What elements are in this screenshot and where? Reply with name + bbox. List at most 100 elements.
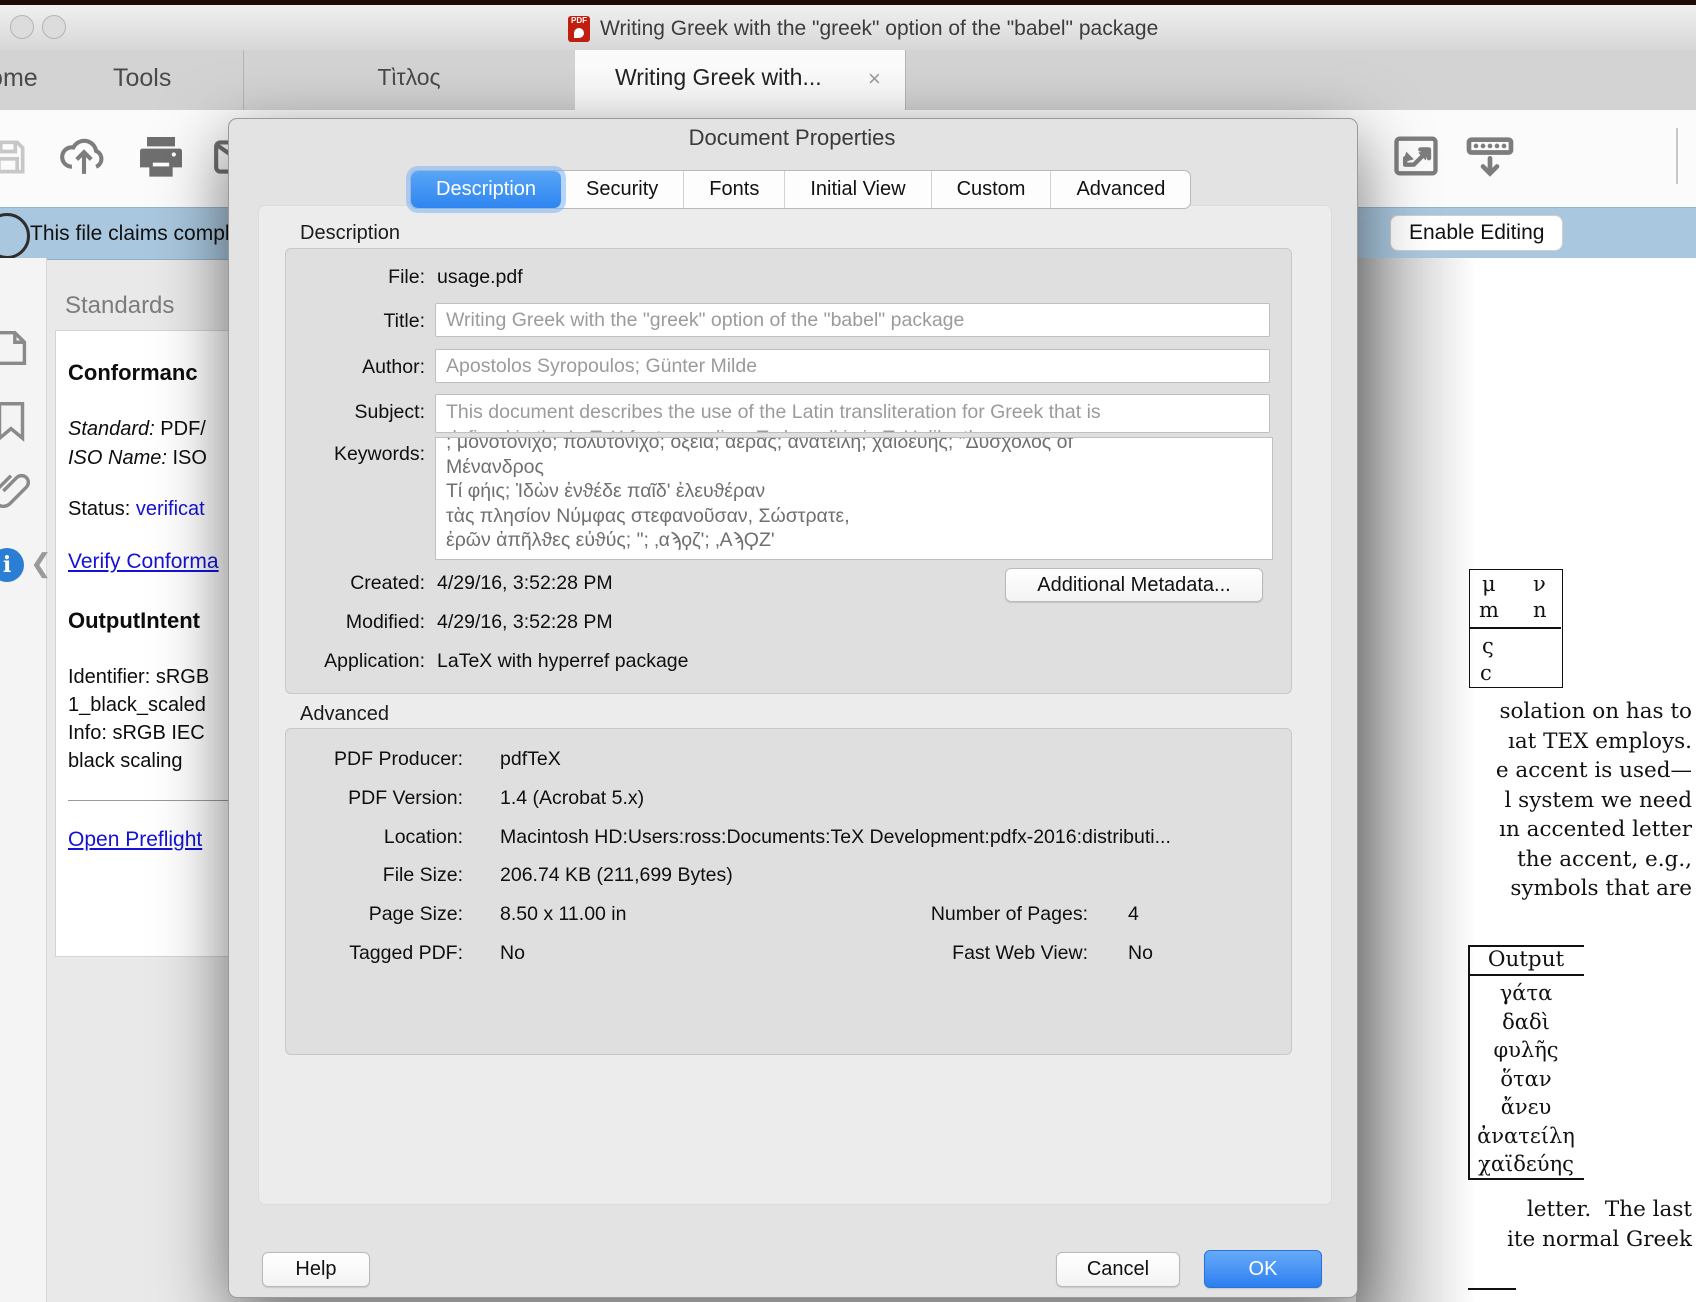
modified-label: Modified:: [300, 611, 425, 634]
help-button[interactable]: Help: [262, 1252, 370, 1287]
enable-editing-button[interactable]: Enable Editing: [1390, 215, 1563, 251]
pdf-output-row: δαδὶ: [1468, 1008, 1584, 1037]
standards-panel-title: Standards: [65, 292, 174, 320]
pdf-producer-label: PDF Producer:: [300, 748, 463, 771]
panel-collapse-chevron-icon[interactable]: ❮: [30, 548, 52, 579]
tab-close-icon[interactable]: ×: [868, 66, 881, 92]
pdf-table-cell: n: [1533, 598, 1547, 622]
export-pdf-icon[interactable]: [0, 325, 34, 376]
pdf-output-row: χαϊδεύης: [1468, 1150, 1584, 1179]
identifier-line: black scaling: [68, 750, 183, 773]
pdf-output-row: ἄνευ: [1468, 1093, 1584, 1122]
pdf-output-rows: γάτα δαδὶ φυλῆς ὅταν ἄνευ ἀνατείλη χαϊδε…: [1468, 979, 1584, 1179]
ok-button[interactable]: OK: [1204, 1250, 1322, 1288]
dialog-tab-advanced[interactable]: Advanced: [1050, 171, 1190, 208]
dialog-tab-description[interactable]: Description: [411, 171, 561, 208]
verify-conformance-link[interactable]: Verify Conforma: [68, 550, 219, 574]
advanced-section-label: Advanced: [300, 703, 389, 726]
number-of-pages-label: Number of Pages:: [908, 903, 1088, 926]
pdf-table-cell: m: [1479, 598, 1499, 622]
tab-separator: [905, 50, 906, 110]
keywords-field[interactable]: ; μονοτονιχο; πολυτονιχο; οξεια; αερας; …: [435, 437, 1273, 560]
window-title-row: PDF Writing Greek with the "greek" optio…: [568, 16, 1158, 42]
compliance-message: This file claims compli: [30, 222, 234, 246]
pdf-output-row: φυλῆς: [1468, 1036, 1584, 1065]
subject-field[interactable]: This document describes the use of the L…: [435, 394, 1270, 433]
file-value: usage.pdf: [437, 266, 523, 289]
author-field[interactable]: [435, 349, 1270, 383]
dialog-tab-security[interactable]: Security: [561, 171, 683, 208]
dialog-tabstrip: Description Security Fonts Initial View …: [410, 170, 1191, 209]
window-title: Writing Greek with the "greek" option of…: [600, 17, 1158, 41]
standard-value: PDF/: [160, 418, 206, 440]
location-value: Macintosh HD:Users:ross:Documents:TeX De…: [500, 826, 1171, 849]
cancel-button[interactable]: Cancel: [1056, 1252, 1180, 1287]
tab-separator: [243, 50, 244, 110]
created-value: 4/29/16, 3:52:28 PM: [437, 572, 613, 595]
fit-window-icon[interactable]: [1390, 130, 1442, 187]
description-section-label: Description: [300, 222, 400, 245]
subject-line: This document describes the use of the L…: [446, 399, 1259, 425]
keywords-line: Τί φήις; Ἰδὼν ἐνϑέδε παῖδ' ἐλευϑέραν: [446, 479, 1262, 504]
dialog-title: Document Properties: [228, 125, 1356, 151]
file-size-value: 206.74 KB (211,699 Bytes): [500, 864, 733, 887]
number-of-pages-value: 4: [1128, 903, 1139, 926]
keywords-line: ἐρῶν ἀπῆλϑες εὐϑύς; "; ‚αϡϙζ'; ‚ΑϡϘΖ': [446, 528, 1262, 553]
file-label: File:: [300, 266, 425, 289]
additional-metadata-button[interactable]: Additional Metadata...: [1005, 568, 1263, 602]
panel-divider: [68, 800, 228, 801]
save-icon[interactable]: [0, 135, 30, 184]
pdf-table-cell: ν: [1533, 572, 1546, 596]
dialog-shadow-on-page: [1356, 258, 1476, 1302]
page-size-value: 8.50 x 11.00 in: [500, 903, 626, 926]
pdf-version-value: 1.4 (Acrobat 5.x): [500, 787, 644, 810]
tab-home[interactable]: Home: [0, 64, 38, 93]
fast-web-view-label: Fast Web View:: [908, 942, 1088, 965]
bookmark-tag-icon[interactable]: [0, 398, 34, 449]
standard-label: Standard:: [68, 418, 155, 440]
pdf-output-rule: [1468, 974, 1584, 976]
created-label: Created:: [300, 572, 425, 595]
application-value: LaTeX with hyperref package: [437, 650, 688, 673]
print-icon[interactable]: [133, 130, 189, 191]
pdf-table-cell: μ: [1482, 572, 1496, 596]
pdf-table-divider: [1469, 627, 1561, 629]
tab-document-titlos[interactable]: Τὶτλος: [300, 64, 518, 91]
tab-document-active-label[interactable]: Writing Greek with...: [615, 64, 822, 91]
traffic-light-close-button[interactable]: [10, 15, 34, 39]
title-field[interactable]: [435, 303, 1270, 337]
toolbar-separator: [1676, 128, 1678, 184]
pdf-file-icon: PDF: [568, 16, 590, 42]
advanced-groupbox: [285, 728, 1292, 1055]
tab-tools[interactable]: Tools: [113, 64, 171, 93]
application-label: Application:: [300, 650, 425, 673]
fast-web-view-value: No: [1128, 942, 1153, 965]
pdf-output-header: Output: [1468, 947, 1584, 972]
author-label: Author:: [300, 356, 425, 379]
subject-line-clipped: defined in the LaTeX font encoding. Toda…: [446, 425, 1259, 433]
attachment-paperclip-icon[interactable]: [0, 468, 34, 519]
page-size-label: Page Size:: [300, 903, 463, 926]
pdf-version-label: PDF Version:: [300, 787, 463, 810]
tagged-pdf-label: Tagged PDF:: [300, 942, 463, 965]
pdf-table-cell: c: [1480, 661, 1492, 685]
identifier-line: Identifier: sRGB: [68, 666, 209, 689]
dialog-tab-fonts[interactable]: Fonts: [683, 171, 784, 208]
toolbar-download-icon[interactable]: [1462, 128, 1518, 189]
location-label: Location:: [300, 826, 463, 849]
subject-label: Subject:: [300, 401, 425, 424]
keywords-line: τὰς πλησίον Νύμφας στεφανοῦσαν, Σώστρατε…: [446, 504, 1262, 529]
pdf-table-cell: ς: [1482, 634, 1494, 658]
pdf-output-row: ἀνατείλη: [1468, 1122, 1584, 1151]
tagged-pdf-value: No: [500, 942, 525, 965]
app-window: PDF Writing Greek with the "greek" optio…: [0, 0, 1696, 1302]
dialog-tab-initial-view[interactable]: Initial View: [784, 171, 930, 208]
keywords-label: Keywords:: [300, 443, 425, 466]
file-size-label: File Size:: [300, 864, 463, 887]
open-preflight-link[interactable]: Open Preflight: [68, 828, 202, 852]
dialog-tab-custom[interactable]: Custom: [931, 171, 1051, 208]
pdf-output-row: ὅταν: [1468, 1065, 1584, 1094]
iso-name-label: ISO Name:: [68, 447, 167, 469]
traffic-light-minimize-button[interactable]: [42, 15, 66, 39]
share-upload-icon[interactable]: [55, 128, 113, 191]
